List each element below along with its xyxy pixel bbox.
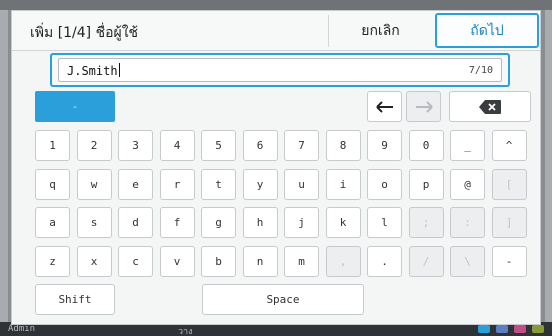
key[interactable]: z xyxy=(35,245,70,277)
status-indicator xyxy=(478,325,490,333)
key[interactable]: k xyxy=(325,207,361,238)
input-value: J.Smith xyxy=(67,63,120,78)
key[interactable]: g xyxy=(201,207,236,238)
space-key[interactable]: Space xyxy=(202,284,364,315)
background-header xyxy=(0,0,552,10)
key[interactable]: y xyxy=(242,168,278,200)
backspace-key[interactable] xyxy=(449,91,531,122)
background-right-panel xyxy=(545,10,552,328)
backspace-icon xyxy=(479,99,501,114)
key[interactable]: 4 xyxy=(159,130,195,161)
key[interactable]: q xyxy=(35,168,70,200)
key[interactable]: t xyxy=(201,168,236,200)
character-counter: 7/10 xyxy=(468,65,493,76)
key[interactable]: \ xyxy=(450,245,485,277)
cursor-left-key[interactable] xyxy=(367,91,402,122)
arrow-left-icon xyxy=(375,100,393,113)
key[interactable]: 3 xyxy=(118,130,153,161)
key[interactable]: 1 xyxy=(35,130,70,161)
text-caret xyxy=(118,63,120,77)
key[interactable]: ^ xyxy=(491,130,527,161)
username-input[interactable]: J.Smith 7/10 xyxy=(58,58,502,82)
username-field-frame: J.Smith 7/10 xyxy=(50,53,510,87)
shift-key[interactable]: Shift xyxy=(35,284,115,315)
key[interactable]: l xyxy=(367,207,402,238)
key[interactable]: i xyxy=(325,168,361,200)
key[interactable]: c xyxy=(118,245,153,277)
key[interactable]: / xyxy=(408,245,444,277)
key[interactable]: o xyxy=(367,168,402,200)
key[interactable]: _ xyxy=(450,130,485,161)
key[interactable]: p xyxy=(408,168,444,200)
dialog-title-bar: เพิ่ม [1/4] ชื่อผู้ใช้ ยกเลิก ถัดไป xyxy=(12,11,540,51)
key[interactable]: x xyxy=(76,245,112,277)
key[interactable]: . xyxy=(367,245,402,277)
key[interactable]: b xyxy=(201,245,236,277)
cancel-button[interactable]: ยกเลิก xyxy=(328,15,432,47)
status-indicator xyxy=(532,325,544,333)
key[interactable]: - xyxy=(491,245,527,277)
key[interactable]: [ xyxy=(491,168,527,200)
key[interactable]: 0 xyxy=(408,130,444,161)
key[interactable]: f xyxy=(159,207,195,238)
key[interactable]: ; xyxy=(408,207,444,238)
background-left-panel xyxy=(0,10,8,328)
key[interactable]: m xyxy=(284,245,319,277)
key[interactable]: s xyxy=(76,207,112,238)
status-indicators xyxy=(478,325,544,333)
status-label: วาง xyxy=(178,327,193,336)
key[interactable]: h xyxy=(242,207,278,238)
key[interactable]: 7 xyxy=(284,130,319,161)
key[interactable]: u xyxy=(284,168,319,200)
key[interactable]: d xyxy=(118,207,153,238)
key[interactable]: 8 xyxy=(325,130,361,161)
key[interactable]: r xyxy=(159,168,195,200)
key[interactable]: @ xyxy=(450,168,485,200)
status-indicator xyxy=(514,325,526,333)
key[interactable]: 6 xyxy=(242,130,278,161)
key[interactable]: n xyxy=(242,245,278,277)
key[interactable]: ] xyxy=(491,207,527,238)
key[interactable]: , xyxy=(325,245,361,277)
dialog-title: เพิ่ม [1/4] ชื่อผู้ใช้ xyxy=(30,25,139,41)
key[interactable]: : xyxy=(450,207,485,238)
key[interactable]: e xyxy=(118,168,153,200)
key[interactable]: w xyxy=(76,168,112,200)
arrow-right-icon xyxy=(415,100,433,113)
key[interactable]: 2 xyxy=(76,130,112,161)
mode-key[interactable]: - xyxy=(35,91,115,122)
key[interactable]: a xyxy=(35,207,70,238)
key[interactable]: v xyxy=(159,245,195,277)
key[interactable]: 9 xyxy=(367,130,402,161)
user-label: Admin xyxy=(8,324,36,334)
cursor-right-key[interactable] xyxy=(406,91,441,122)
status-indicator xyxy=(496,325,508,333)
key[interactable]: j xyxy=(284,207,319,238)
keyboard-dialog: เพิ่ม [1/4] ชื่อผู้ใช้ ยกเลิก ถัดไป J.Sm… xyxy=(11,10,541,325)
key[interactable]: 5 xyxy=(201,130,236,161)
next-button[interactable]: ถัดไป xyxy=(435,13,539,48)
